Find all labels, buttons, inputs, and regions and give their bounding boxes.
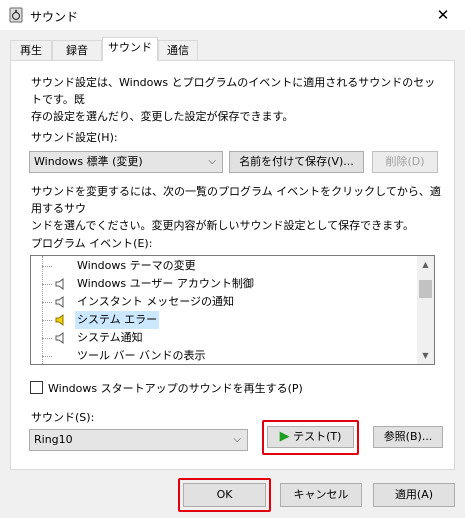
speaker-icon: [55, 278, 64, 290]
startup-sound-label: Windows スタートアップのサウンドを再生する(P): [48, 382, 303, 395]
vertical-scrollbar[interactable]: ▲ ▼: [417, 256, 434, 364]
chevron-down-icon: ⌵: [233, 434, 241, 445]
list-item[interactable]: Windows ユーザー アカウント制御: [31, 275, 416, 293]
change-instructions: サウンドを変更するには、次の一覧のプログラム イベントをクリックしてから、適用す…: [31, 185, 441, 232]
save-as-button[interactable]: 名前を付けて保存(V)...: [229, 151, 364, 173]
program-events-list[interactable]: Windows テーマの変更 Windows ユーザー アカウント制御 インスタ…: [30, 255, 435, 365]
tab-playback[interactable]: 再生: [10, 40, 52, 60]
apply-button[interactable]: 適用(A): [373, 483, 455, 507]
close-button[interactable]: ✕: [428, 4, 458, 26]
list-item[interactable]: システム通知: [31, 329, 416, 347]
sound-select[interactable]: Ring10 ⌵: [29, 429, 248, 451]
cancel-button[interactable]: キャンセル: [280, 483, 362, 507]
startup-sound-checkbox[interactable]: [30, 381, 43, 394]
intro-text: サウンド設定は、Windows とプログラムのイベントに適用されるサウンドのセッ…: [31, 76, 436, 123]
speaker-icon: [55, 296, 64, 308]
scheme-select[interactable]: Windows 標準 (変更) ⌵: [29, 151, 223, 173]
delete-button[interactable]: 削除(D): [372, 151, 438, 173]
test-button[interactable]: ▶ テスト(T): [267, 426, 354, 448]
scroll-thumb[interactable]: [419, 280, 432, 298]
play-icon: ▶: [279, 429, 290, 444]
scroll-down-icon[interactable]: ▼: [417, 347, 434, 364]
program-events-label: プログラム イベント(E):: [31, 237, 153, 250]
tab-sounds[interactable]: サウンド: [102, 37, 158, 61]
close-icon: ✕: [436, 6, 450, 24]
chevron-down-icon: ⌵: [208, 156, 216, 167]
list-item[interactable]: ツール バー バンドの表示: [31, 347, 416, 364]
list-item[interactable]: インスタント メッセージの通知: [31, 293, 416, 311]
tab-communications[interactable]: 通信: [158, 40, 198, 60]
sound-label: サウンド(S):: [31, 411, 95, 424]
sound-app-icon: [9, 7, 23, 23]
list-item[interactable]: Windows テーマの変更: [31, 257, 416, 275]
tab-recording[interactable]: 録音: [52, 40, 102, 60]
window-title: サウンド: [30, 10, 79, 24]
scroll-up-icon[interactable]: ▲: [417, 256, 434, 273]
scheme-label: サウンド設定(H):: [31, 131, 118, 144]
title-bar: サウンド ✕: [0, 0, 465, 30]
speaker-icon: [55, 332, 64, 344]
browse-button[interactable]: 参照(B)...: [373, 426, 443, 448]
list-item-selected[interactable]: システム エラー: [31, 311, 416, 329]
ok-button[interactable]: OK: [183, 483, 266, 507]
speaker-active-icon: [55, 314, 64, 326]
